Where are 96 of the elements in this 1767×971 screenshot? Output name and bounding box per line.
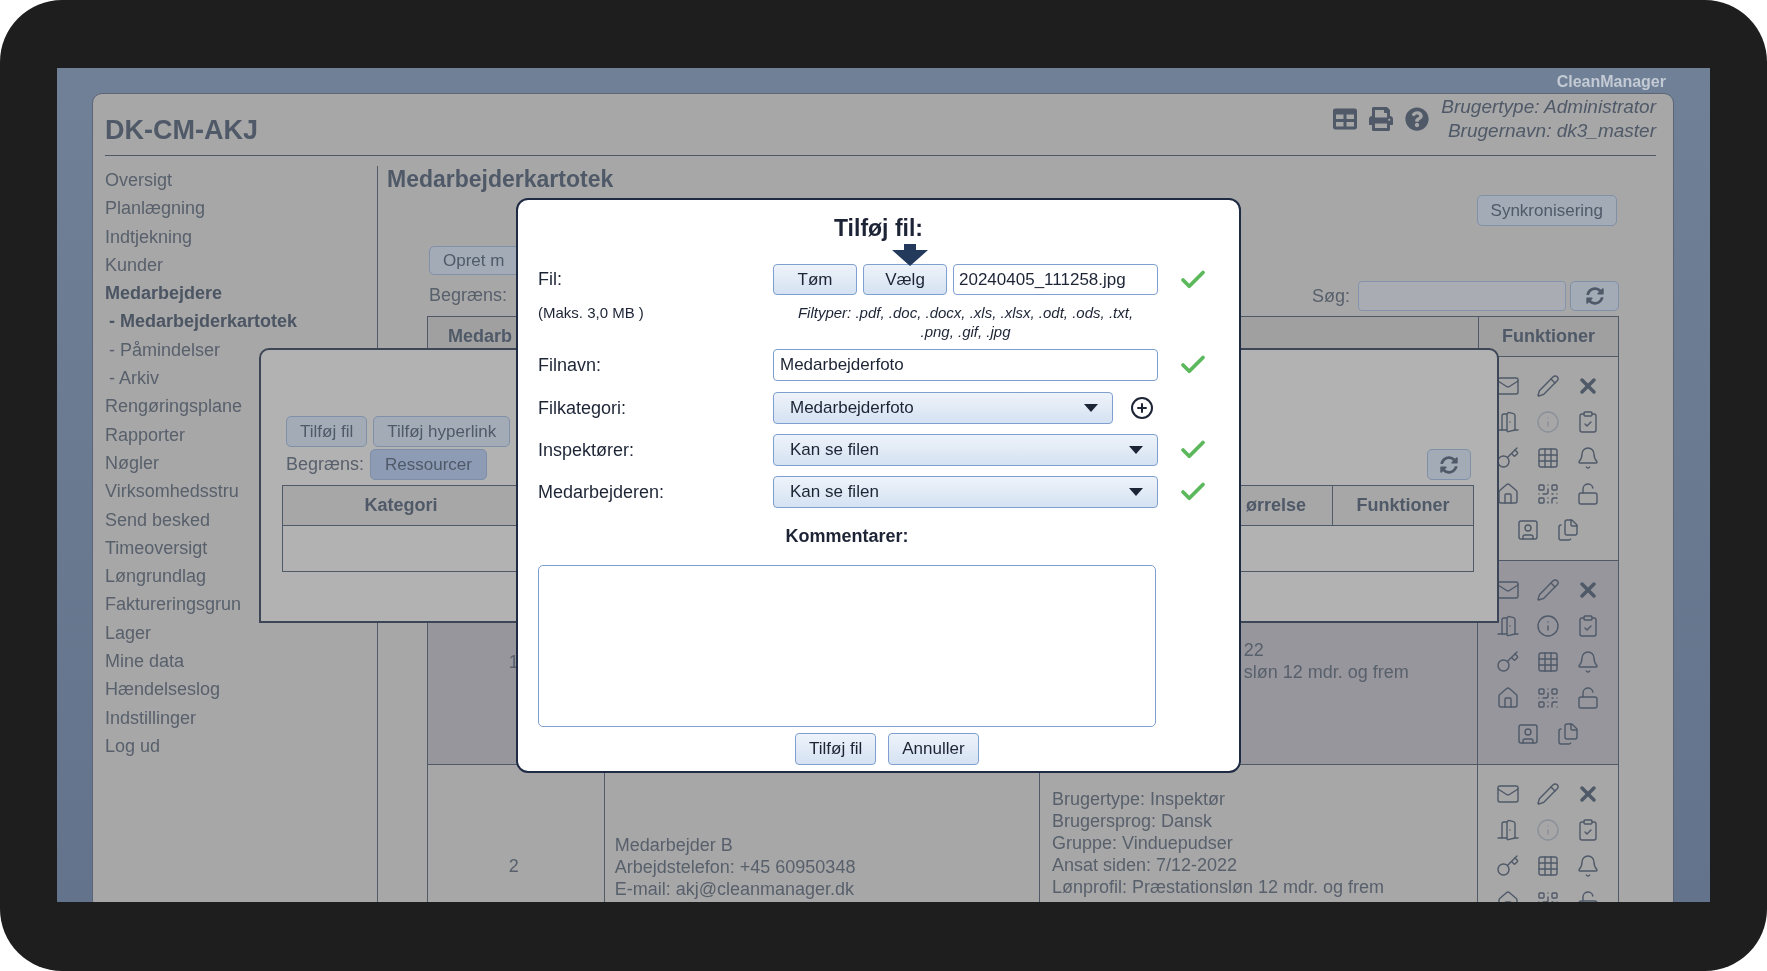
envelope-icon[interactable]: [1496, 374, 1521, 398]
house-icon[interactable]: [1496, 686, 1521, 710]
detail-line: 22: [1243, 639, 1265, 661]
info-icon[interactable]: [1536, 614, 1561, 638]
comments-field[interactable]: [538, 565, 1156, 727]
sidebar-item[interactable]: Hændelseslog: [105, 675, 377, 704]
table-icon[interactable]: [1333, 107, 1358, 131]
documents-icon[interactable]: [1556, 518, 1581, 542]
key-icon[interactable]: [1496, 650, 1521, 674]
sidebar-item[interactable]: Medarbejdere: [105, 279, 377, 308]
brand-name: CleanManager: [1556, 72, 1666, 92]
dropdown[interactable]: Kan se filen: [773, 476, 1158, 508]
detail-line: Brugertype: Inspektør: [1051, 788, 1227, 810]
unlocked-padlock-icon[interactable]: [1576, 686, 1601, 710]
file-name-field[interactable]: 20240405_111258.jpg: [953, 264, 1158, 295]
column-header[interactable]: Kategori: [283, 486, 519, 525]
field-label: Medarbejderen:: [537, 480, 666, 504]
file-button[interactable]: Tøm: [773, 264, 857, 295]
bell-icon[interactable]: [1576, 446, 1601, 470]
contact-card-icon[interactable]: [1516, 722, 1541, 746]
qr-code-icon[interactable]: [1536, 482, 1561, 506]
user-info: Brugertype: Administrator: [1441, 95, 1656, 119]
detail-line: sløn 12 mdr. og frem: [1243, 661, 1410, 683]
add-button[interactable]: Tilføj hyperlink: [373, 416, 511, 447]
dialog-title: Tilføj fil:: [833, 214, 924, 242]
page-heading: Medarbejderkartotek: [387, 166, 615, 192]
envelope-icon[interactable]: [1496, 578, 1521, 602]
add-icon[interactable]: [1130, 396, 1154, 420]
detail-line: Ansat siden: 7/12-2022: [1051, 854, 1239, 876]
dropdown[interactable]: Kan se filen: [773, 434, 1158, 466]
documents-icon[interactable]: [1556, 722, 1581, 746]
sidebar-item[interactable]: Lager: [105, 618, 377, 648]
search-label: Søg:: [1312, 284, 1350, 308]
grid-icon[interactable]: [1536, 446, 1561, 470]
contact-line: Arbejdstelefon: +45 60950348: [614, 855, 857, 878]
file-button[interactable]: Vælg: [863, 264, 947, 295]
text-field[interactable]: Medarbejderfoto: [773, 349, 1158, 381]
dialog-button[interactable]: Tilføj fil: [795, 733, 877, 765]
door-icon[interactable]: [1496, 818, 1521, 842]
sidebar-item[interactable]: Log ud: [105, 731, 377, 761]
filter-tab[interactable]: Ressourcer: [370, 449, 487, 480]
caret-icon: [1129, 488, 1143, 496]
contact-line: E-mail: akj@cleanmanager.dk: [614, 877, 856, 900]
field-label: Filkategori:: [537, 396, 628, 420]
qr-code-icon[interactable]: [1536, 686, 1561, 710]
detail-line: Gruppe: Vinduepudser: [1051, 832, 1234, 854]
door-icon[interactable]: [1496, 614, 1521, 638]
envelope-icon[interactable]: [1496, 782, 1521, 806]
file-types-hint: Filtyper: .pdf, .doc, .docx, .xls, .xlsx, .odt, .ods, .txt, .png, .gif, .jpg: [796, 303, 1135, 341]
column-header[interactable]: Funktioner: [1332, 486, 1473, 525]
house-icon[interactable]: [1496, 482, 1521, 506]
unlocked-padlock-icon[interactable]: [1576, 482, 1601, 506]
sidebar-item[interactable]: Planlægning: [105, 194, 377, 223]
door-icon[interactable]: [1496, 410, 1521, 434]
sync-button[interactable]: Synkronisering: [1476, 195, 1617, 226]
search-field[interactable]: [1358, 281, 1566, 311]
printer-icon[interactable]: [1369, 107, 1394, 131]
pencil-icon[interactable]: [1536, 374, 1561, 398]
sidebar-item[interactable]: Indstillinger: [105, 703, 377, 732]
help-icon[interactable]: [1405, 107, 1430, 131]
refresh-button[interactable]: [1427, 449, 1471, 480]
comments-label: Kommentarer:: [785, 526, 909, 546]
size-note: (Maks. 3,0 MB ): [538, 303, 645, 322]
pencil-icon[interactable]: [1536, 578, 1561, 602]
refresh-button[interactable]: [1570, 281, 1619, 311]
detail-line: Lønprofil: Præstationsløn 12 mdr. og frem: [1051, 876, 1386, 898]
sidebar-item[interactable]: Kunder: [105, 250, 377, 280]
dropdown[interactable]: Medarbejderfoto: [773, 392, 1113, 424]
filter-label: Begræns:: [429, 284, 508, 306]
sidebar-item[interactable]: Mine data: [105, 647, 377, 676]
key-icon[interactable]: [1496, 854, 1521, 878]
row-number: 2: [508, 855, 519, 878]
pencil-icon[interactable]: [1536, 782, 1561, 806]
field-label: Fil:: [537, 268, 563, 291]
app-title: DK-CM-AKJ: [105, 115, 258, 145]
grid-icon[interactable]: [1536, 650, 1561, 674]
contact-line: Medarbejder B: [614, 833, 734, 856]
bell-icon[interactable]: [1576, 650, 1601, 674]
field-label: Inspektører:: [537, 438, 636, 462]
refresh-icon: [1585, 287, 1604, 305]
field-label: Filnavn:: [537, 353, 603, 377]
dialog-button[interactable]: Annuller: [888, 733, 979, 765]
refresh-icon: [1440, 455, 1458, 474]
user-info: Brugernavn: dk3_master: [1447, 119, 1656, 143]
bell-icon[interactable]: [1576, 854, 1601, 878]
contact-card-icon[interactable]: [1516, 518, 1541, 542]
add-button[interactable]: Tilføj fil: [286, 416, 368, 447]
caret-icon: [1084, 404, 1098, 412]
caret-icon: [1129, 446, 1143, 454]
sidebar-item[interactable]: - Medarbejderkartotek: [109, 307, 377, 336]
sidebar-item[interactable]: Oversigt: [105, 166, 377, 195]
down-arrow: [892, 244, 928, 266]
filter-label: Begræns:: [286, 453, 365, 476]
grid-icon[interactable]: [1536, 854, 1561, 878]
detail-line: Brugersprog: Dansk: [1051, 810, 1214, 832]
sidebar-item[interactable]: Indtjekning: [105, 222, 377, 251]
